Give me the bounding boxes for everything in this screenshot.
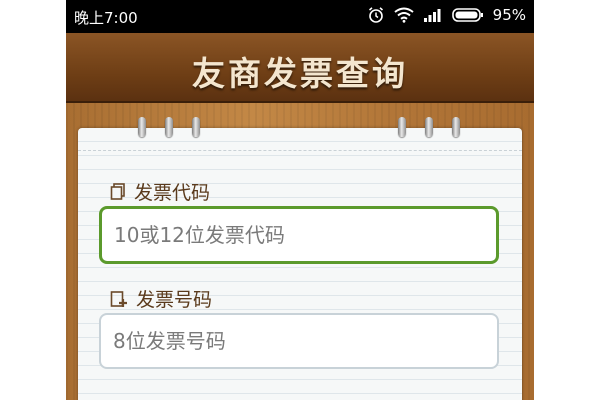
wifi-icon	[394, 7, 414, 23]
document-icon	[110, 182, 126, 201]
status-bar: 晚上7:00 95%	[66, 0, 534, 33]
battery-icon	[451, 7, 484, 23]
invoice-code-input[interactable]	[99, 206, 499, 264]
alarm-icon	[367, 6, 385, 24]
invoice-code-label-text: 发票代码	[134, 182, 211, 204]
binder-ring-icon	[165, 117, 173, 137]
phone-screen: 晚上7:00 95% 友商发票查询 发票代码 10或12位发票代码 发票号码 8…	[66, 0, 534, 400]
document-add-icon	[110, 290, 128, 308]
app-header: 友商发票查询	[66, 33, 534, 103]
invoice-code-label: 发票代码	[110, 178, 210, 205]
binder-ring-icon	[452, 117, 460, 137]
binder-ring-icon	[192, 117, 200, 137]
battery-percent: 95%	[492, 6, 526, 24]
binder-ring-icon	[138, 117, 146, 137]
page-title: 友商发票查询	[192, 54, 408, 93]
invoice-number-input[interactable]	[99, 313, 499, 369]
binder-ring-icon	[425, 117, 433, 137]
status-time: 晚上7:00	[74, 9, 138, 27]
invoice-number-label: 发票号码	[110, 285, 212, 312]
binder-ring-icon	[398, 117, 406, 137]
status-icons: 95%	[367, 6, 526, 24]
invoice-number-label-text: 发票号码	[136, 289, 213, 311]
signal-icon	[423, 7, 443, 23]
paper-perforation-line	[78, 150, 522, 151]
